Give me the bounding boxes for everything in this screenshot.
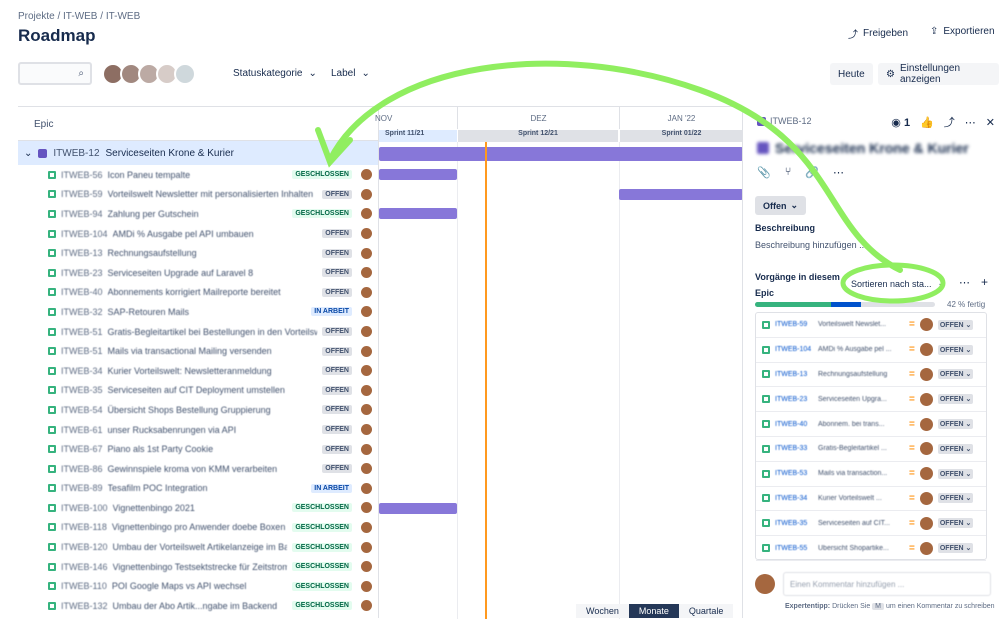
annotation-circle — [840, 262, 946, 304]
annotation-arrow — [315, 60, 946, 304]
annotation-arrow-path — [327, 60, 903, 273]
